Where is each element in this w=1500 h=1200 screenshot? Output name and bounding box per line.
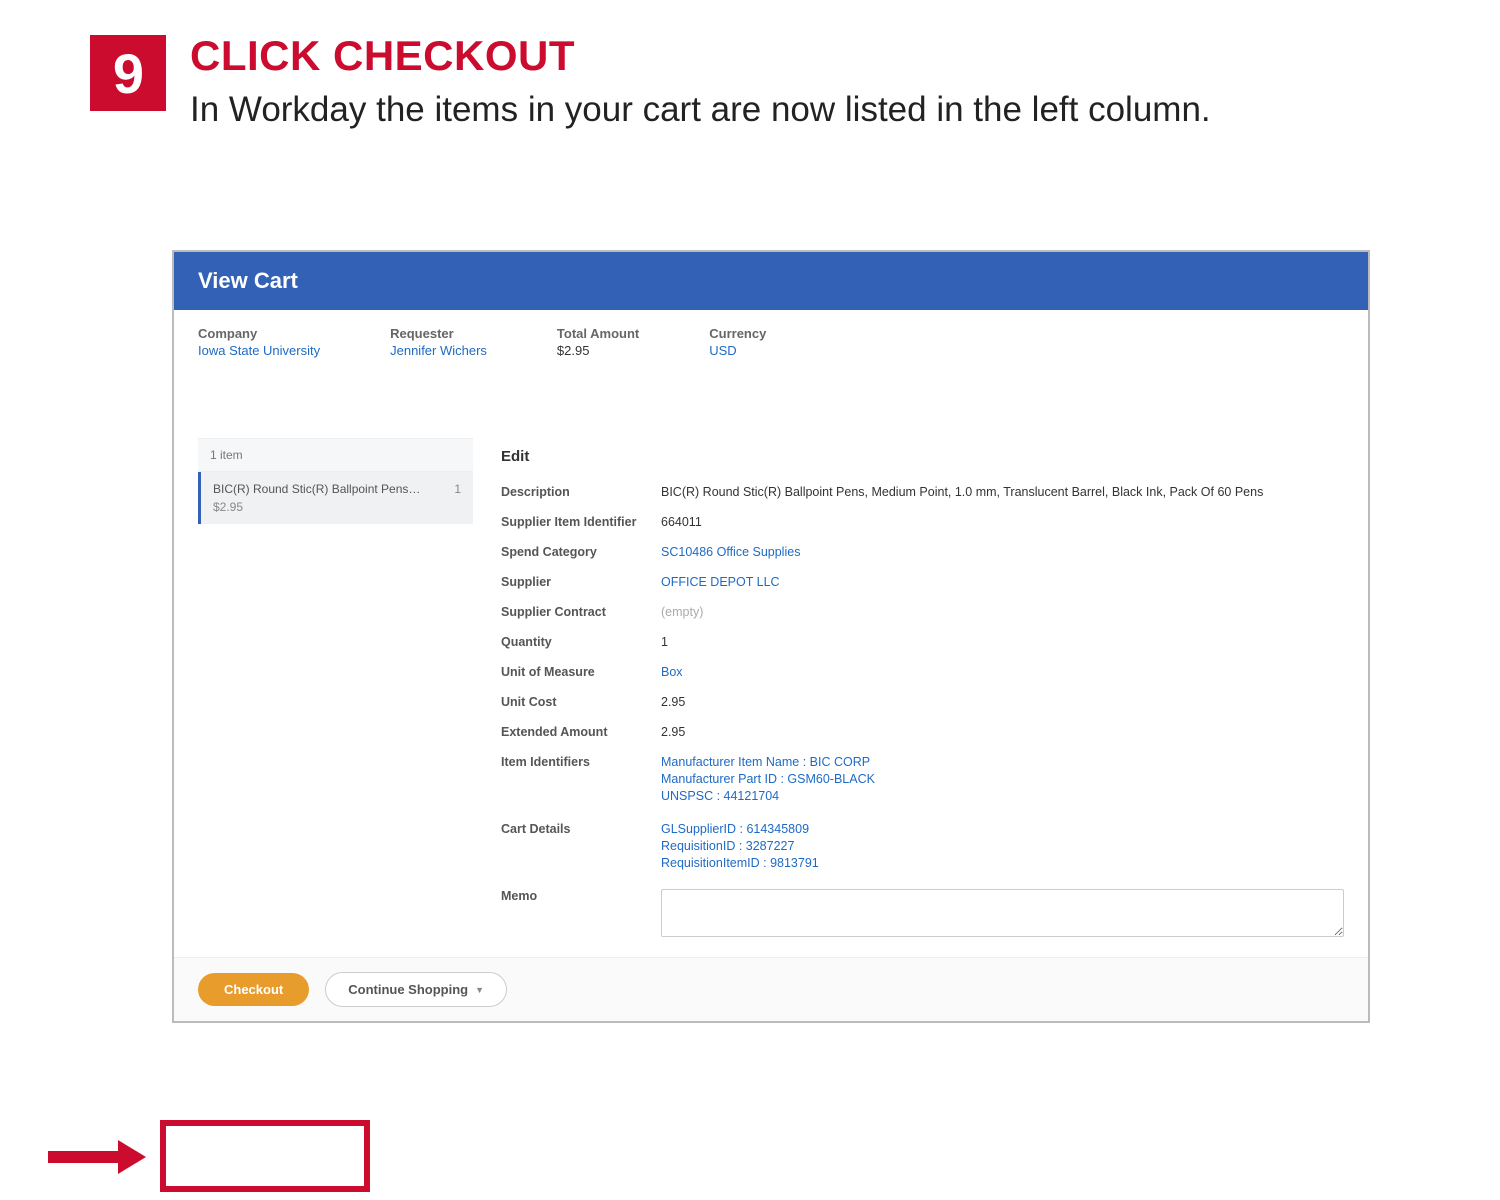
cart-item-count: 1 item — [198, 438, 473, 472]
requester-label: Requester — [390, 326, 487, 341]
extended-amount-value: 2.95 — [661, 725, 685, 739]
summary-row: Company Iowa State University Requester … — [174, 310, 1368, 368]
workday-view-cart-screenshot: View Cart Company Iowa State University … — [172, 250, 1370, 1023]
item-identifiers-label: Item Identifiers — [501, 755, 661, 806]
annotation-highlight-box — [160, 1120, 370, 1192]
cart-items-list: 1 item BIC(R) Round Stic(R) Ballpoint Pe… — [198, 438, 473, 957]
requester-value[interactable]: Jennifer Wichers — [390, 343, 487, 358]
uom-label: Unit of Measure — [501, 665, 661, 679]
step-number-badge: 9 — [90, 35, 166, 111]
continue-shopping-label: Continue Shopping — [348, 982, 468, 997]
step-title: CLICK CHECKOUT — [190, 35, 1211, 77]
currency-value[interactable]: USD — [709, 343, 766, 358]
details-panel-title: Edit — [501, 448, 1344, 465]
action-bar: Checkout Continue Shopping ▼ — [174, 957, 1368, 1021]
step-instruction: 9 CLICK CHECKOUT In Workday the items in… — [90, 35, 1211, 133]
spend-category-label: Spend Category — [501, 545, 661, 559]
description-value: BIC(R) Round Stic(R) Ballpoint Pens, Med… — [661, 485, 1263, 499]
item-identifiers-value: Manufacturer Item Name : BIC CORP Manufa… — [661, 755, 875, 806]
company-label: Company — [198, 326, 320, 341]
supplier-contract-label: Supplier Contract — [501, 605, 661, 619]
step-description: In Workday the items in your cart are no… — [190, 87, 1211, 133]
supplier-value[interactable]: OFFICE DEPOT LLC — [661, 575, 780, 589]
cart-item-price: $2.95 — [213, 500, 420, 514]
supplier-contract-value: (empty) — [661, 605, 703, 619]
unit-cost-label: Unit Cost — [501, 695, 661, 709]
company-value[interactable]: Iowa State University — [198, 343, 320, 358]
currency-label: Currency — [709, 326, 766, 341]
extended-amount-label: Extended Amount — [501, 725, 661, 739]
supplier-item-id-value: 664011 — [661, 515, 702, 529]
description-label: Description — [501, 485, 661, 499]
continue-shopping-button[interactable]: Continue Shopping ▼ — [325, 972, 507, 1007]
cart-item[interactable]: BIC(R) Round Stic(R) Ballpoint Pens… $2.… — [198, 472, 473, 524]
cart-details-value: GLSupplierID : 614345809 RequisitionID :… — [661, 822, 819, 873]
chevron-down-icon: ▼ — [475, 985, 484, 995]
cart-details-label: Cart Details — [501, 822, 661, 873]
quantity-label: Quantity — [501, 635, 661, 649]
checkout-button[interactable]: Checkout — [198, 973, 309, 1006]
uom-value[interactable]: Box — [661, 665, 683, 679]
unit-cost-value: 2.95 — [661, 695, 685, 709]
memo-input[interactable] — [661, 889, 1344, 937]
total-amount-value: $2.95 — [557, 343, 639, 358]
supplier-label: Supplier — [501, 575, 661, 589]
supplier-item-id-label: Supplier Item Identifier — [501, 515, 661, 529]
cart-item-qty: 1 — [454, 482, 461, 496]
page-title: View Cart — [174, 252, 1368, 310]
cart-item-name: BIC(R) Round Stic(R) Ballpoint Pens… — [213, 482, 420, 496]
annotation-arrow-icon — [48, 1140, 146, 1174]
quantity-value: 1 — [661, 635, 668, 649]
memo-label: Memo — [501, 889, 661, 937]
spend-category-value[interactable]: SC10486 Office Supplies — [661, 545, 800, 559]
total-amount-label: Total Amount — [557, 326, 639, 341]
item-details-panel: Edit Description BIC(R) Round Stic(R) Ba… — [473, 438, 1368, 957]
